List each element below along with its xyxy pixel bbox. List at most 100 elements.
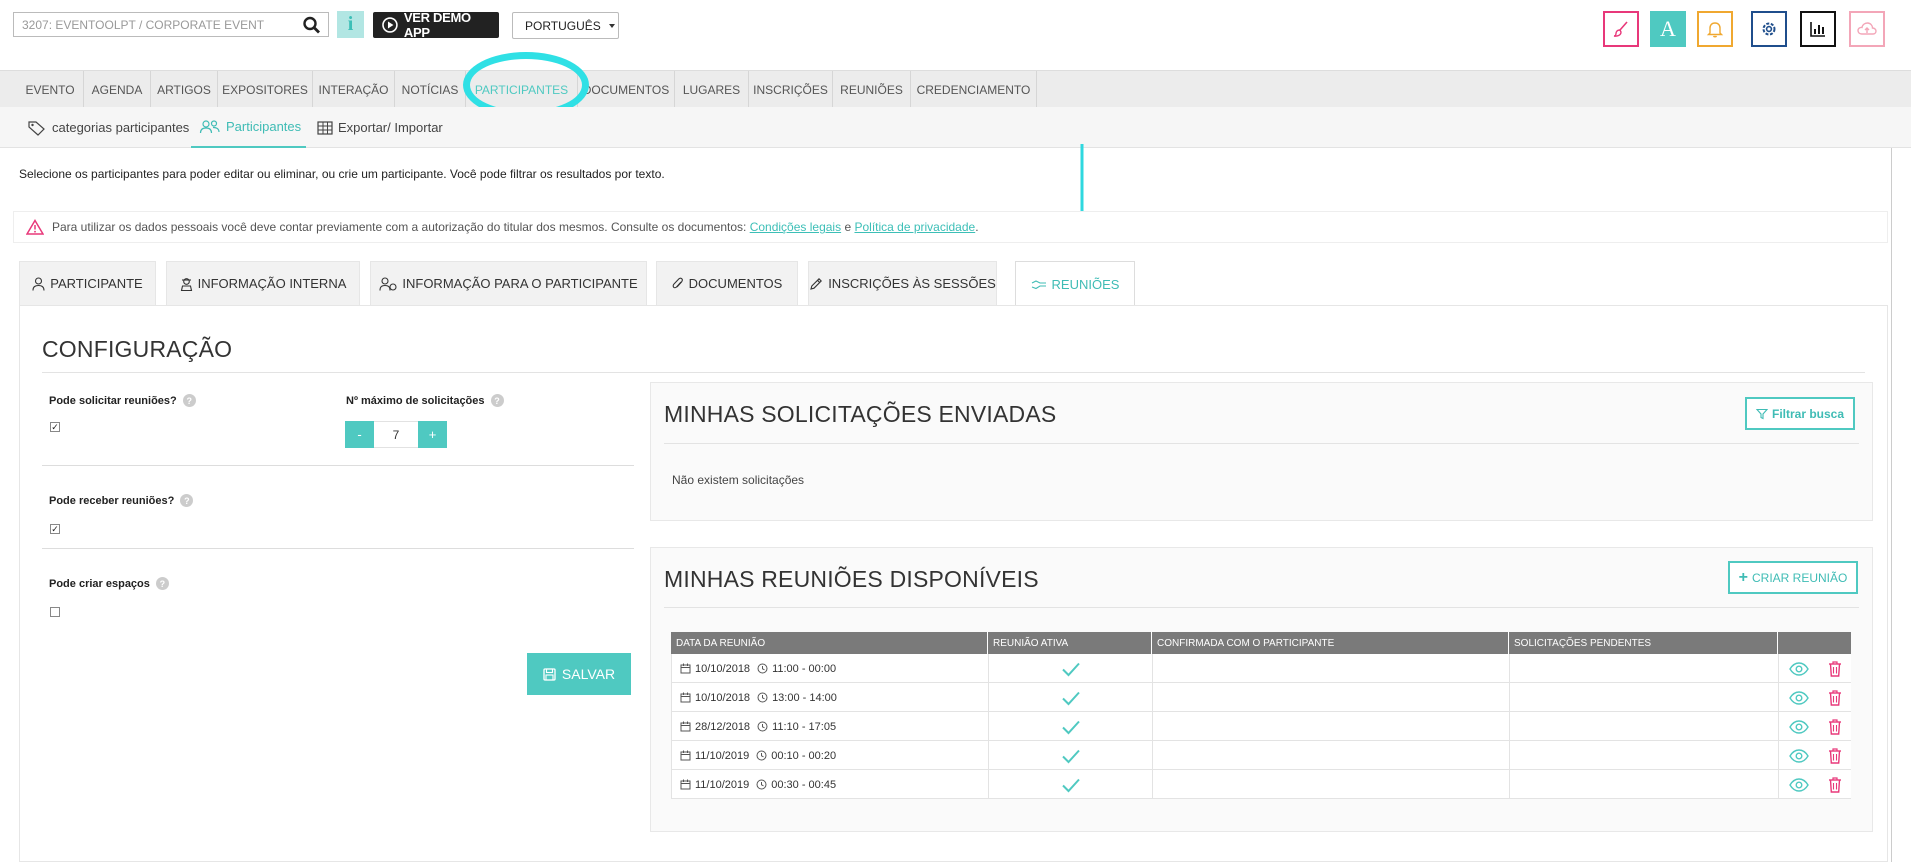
pending-cell — [1510, 712, 1779, 741]
col-confirmed: CONFIRMADA COM O PARTICIPANTE — [1152, 632, 1509, 654]
table-row: 28/12/2018 11:10 - 17:05 — [671, 712, 1851, 741]
can-receive-checkbox[interactable]: ✓ — [50, 524, 60, 534]
tab-inscricoes-sessoes[interactable]: INSCRIÇÕES ÀS SESSÕES — [808, 261, 997, 305]
user-icon — [32, 276, 45, 291]
nav-item-interacao[interactable]: INTERAÇÃO — [313, 71, 395, 108]
help-icon[interactable]: ? — [182, 394, 196, 407]
help-icon[interactable]: ? — [180, 494, 194, 507]
meeting-date-cell: 11/10/2019 00:10 - 00:20 — [672, 741, 989, 770]
publish-button[interactable] — [1849, 11, 1885, 47]
pending-cell — [1510, 654, 1779, 683]
no-requests-message: Não existem solicitações — [672, 473, 805, 487]
subnav-item-categories[interactable]: categorias participantes — [27, 107, 189, 148]
top-bar: i VER DEMO APP PORTUGUÊS A — [0, 0, 1911, 70]
meeting-date-cell: 11/10/2019 00:30 - 00:45 — [672, 770, 989, 799]
calendar-icon — [680, 750, 691, 761]
subnav-item-participants[interactable]: Participantes — [191, 107, 306, 148]
can-create-label: Pode criar espaços ? — [49, 577, 169, 590]
decrement-button[interactable]: - — [345, 421, 374, 448]
notifications-button[interactable] — [1697, 11, 1733, 47]
main-nav: EVENTO AGENDA ARTIGOS EXPOSITORES INTERA… — [0, 70, 1911, 108]
statistics-button[interactable] — [1800, 11, 1836, 47]
settings-button[interactable] — [1751, 11, 1787, 47]
nav-item-documentos[interactable]: DOCUMENTOS — [578, 71, 675, 108]
nav-item-inscricoes[interactable]: INSCRIÇÕES — [749, 71, 833, 108]
trash-icon[interactable] — [1828, 776, 1842, 793]
can-create-checkbox[interactable] — [50, 607, 60, 617]
nav-item-evento[interactable]: EVENTO — [17, 71, 84, 108]
can-request-checkbox[interactable]: ✓ — [50, 422, 60, 432]
event-search-box[interactable] — [13, 12, 329, 37]
clock-icon — [756, 779, 767, 790]
tab-informacao-interna-label: INFORMAÇÃO INTERNA — [197, 276, 347, 291]
can-receive-label: Pode receber reuniões? ? — [49, 494, 194, 507]
check-icon — [1061, 662, 1080, 676]
subnav-categories-label: categorias participantes — [52, 120, 190, 135]
filter-icon — [1755, 408, 1768, 419]
meeting-time: 00:10 - 00:20 — [771, 749, 837, 762]
font-icon: A — [1660, 16, 1676, 41]
save-button[interactable]: SALVAR — [527, 653, 631, 695]
tab-documentos[interactable]: DOCUMENTOS — [656, 261, 798, 305]
handshake-icon — [1031, 279, 1046, 289]
meeting-active-cell — [989, 712, 1153, 741]
nav-item-lugares[interactable]: LUGARES — [675, 71, 749, 108]
table-icon — [317, 120, 333, 135]
legal-conditions-link[interactable]: Condições legais — [750, 220, 841, 234]
calendar-icon — [680, 779, 691, 790]
max-requests-value[interactable]: 7 — [374, 421, 418, 448]
eye-icon[interactable] — [1788, 661, 1809, 676]
table-row: 10/10/2018 11:00 - 00:00 — [671, 654, 1851, 683]
eye-icon[interactable] — [1788, 748, 1809, 763]
meetings-table-header: DATA DA REUNIÃO REUNIÃO ATIVA CONFIRMADA… — [671, 632, 1851, 654]
create-meeting-button[interactable]: + CRIAR REUNIÃO — [1728, 561, 1858, 594]
help-icon[interactable]: ? — [155, 577, 169, 590]
language-select[interactable]: PORTUGUÊS — [512, 12, 619, 39]
fonts-button[interactable]: A — [1650, 11, 1686, 47]
meeting-active-cell — [989, 741, 1153, 770]
available-meetings-divider — [664, 607, 1859, 608]
tab-inscricoes-sessoes-label: INSCRIÇÕES ÀS SESSÕES — [828, 276, 996, 291]
demo-app-button[interactable]: VER DEMO APP — [373, 10, 499, 40]
nav-item-noticias[interactable]: NOTÍCIAS — [395, 71, 466, 108]
brush-icon — [1613, 21, 1628, 37]
confirmed-cell — [1153, 683, 1510, 712]
increment-button[interactable]: + — [418, 421, 447, 448]
check-icon — [1061, 691, 1080, 705]
filter-search-button[interactable]: Filtrar busca — [1745, 397, 1855, 430]
privacy-policy-link[interactable]: Política de privacidade — [854, 220, 975, 234]
clock-icon — [757, 721, 768, 732]
confirmed-cell — [1153, 770, 1510, 799]
nav-item-expositores[interactable]: EXPOSITORES — [218, 71, 313, 108]
eye-icon[interactable] — [1788, 690, 1809, 705]
tab-informacao-participante[interactable]: INFORMAÇÃO PARA O PARTICIPANTE — [370, 261, 647, 305]
nav-item-artigos[interactable]: ARTIGOS — [151, 71, 218, 108]
tab-participante[interactable]: PARTICIPANTE — [19, 261, 156, 305]
can-request-label: Pode solicitar reuniões? ? — [49, 394, 196, 407]
help-icon[interactable]: ? — [490, 394, 504, 407]
search-icon[interactable] — [302, 16, 322, 34]
nav-item-reunioes[interactable]: REUNIÕES — [833, 71, 911, 108]
subnav-item-export-import[interactable]: Exportar/ Importar — [317, 107, 443, 148]
can-receive-text: Pode receber reuniões? — [49, 494, 175, 507]
trash-icon[interactable] — [1828, 660, 1842, 677]
confirmed-cell — [1153, 654, 1510, 683]
tags-icon — [28, 120, 45, 136]
trash-icon[interactable] — [1828, 747, 1842, 764]
user-secret-icon — [180, 277, 192, 291]
nav-item-agenda[interactable]: AGENDA — [84, 71, 151, 108]
trash-icon[interactable] — [1828, 718, 1842, 735]
event-search-input[interactable] — [14, 13, 294, 36]
tab-informacao-interna[interactable]: INFORMAÇÃO INTERNA — [166, 261, 360, 305]
gear-icon — [1762, 22, 1776, 36]
pending-cell — [1510, 683, 1779, 712]
tab-reunioes[interactable]: REUNIÕES — [1015, 261, 1135, 307]
subnav-export-import-label: Exportar/ Importar — [338, 120, 443, 135]
design-button[interactable] — [1603, 11, 1639, 47]
nav-item-credenciamento[interactable]: CREDENCIAMENTO — [911, 71, 1037, 108]
info-button[interactable]: i — [337, 11, 364, 38]
save-label: SALVAR — [561, 666, 616, 682]
eye-icon[interactable] — [1788, 777, 1809, 792]
eye-icon[interactable] — [1788, 719, 1809, 734]
trash-icon[interactable] — [1828, 689, 1842, 706]
